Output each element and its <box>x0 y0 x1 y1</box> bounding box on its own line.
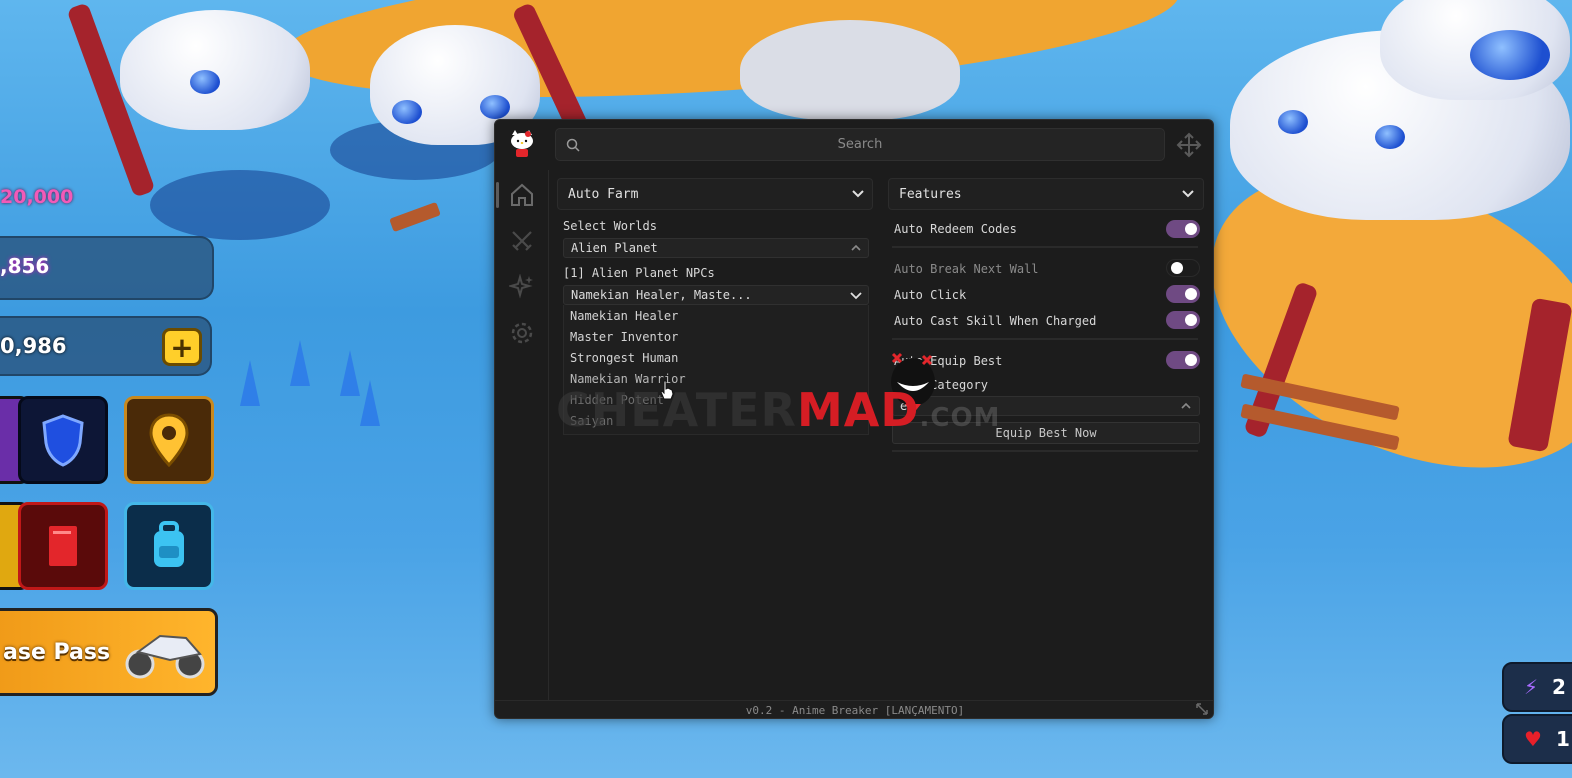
tree-shadow <box>150 170 330 240</box>
home-icon[interactable] <box>509 182 535 208</box>
select-worlds-label: Select Worlds <box>563 219 657 233</box>
world-dropdown[interactable]: Alien Planet <box>563 238 869 258</box>
npc-option[interactable]: Hidden Potent <box>570 393 664 407</box>
chevron-up-icon[interactable] <box>849 241 863 255</box>
chevron-up-icon[interactable] <box>1179 399 1193 413</box>
search-input[interactable] <box>556 129 1164 160</box>
dome-house <box>120 10 310 130</box>
sidebar <box>495 170 549 700</box>
hello-kitty-logo-icon <box>511 130 533 157</box>
npc-option[interactable]: Namekian Healer <box>570 309 678 323</box>
equip-best-now-button[interactable]: Equip Best Now <box>892 422 1200 444</box>
pass-banner[interactable]: ase Pass <box>0 608 218 696</box>
auto-redeem-label: Auto Redeem Codes <box>894 222 1017 236</box>
resize-icon[interactable] <box>1195 702 1209 716</box>
dome-window <box>1375 125 1405 149</box>
rock <box>740 20 960 120</box>
health-stat: ♥ 1 <box>1502 714 1572 764</box>
dome-window <box>190 70 220 94</box>
hud-stat-mid: ,856 <box>0 254 50 278</box>
auto-click-toggle[interactable] <box>1166 285 1200 303</box>
search-icon <box>566 138 580 152</box>
dome-window <box>1278 110 1308 134</box>
sidebar-active-indicator <box>496 182 499 208</box>
energy-value: 2 <box>1552 675 1566 699</box>
energy-stat: ⚡ 2 <box>1502 662 1572 712</box>
backpack-button[interactable] <box>124 502 214 590</box>
chevron-down-icon[interactable] <box>1181 187 1195 201</box>
shield-icon <box>42 414 84 467</box>
book-icon <box>47 524 79 568</box>
chevron-down-icon[interactable] <box>851 187 865 201</box>
auto-click-label: Auto Click <box>894 288 967 302</box>
health-value: 1 <box>1555 727 1570 751</box>
npc-options-list: Namekian Healer Master Inventor Stronges… <box>563 305 869 435</box>
crystal <box>240 360 260 406</box>
backpack-icon <box>152 521 186 569</box>
crystal <box>340 350 360 396</box>
hud-stat-top: 20,000 <box>0 186 74 208</box>
features-title: Features <box>899 186 962 202</box>
swords-icon[interactable] <box>509 228 535 254</box>
divider <box>892 450 1198 452</box>
search-bar[interactable] <box>555 128 1165 161</box>
dome-window <box>392 100 422 124</box>
npc-label: [1] Alien Planet NPCs <box>563 266 715 280</box>
divider <box>892 246 1198 248</box>
hub-header <box>495 120 1213 170</box>
heart-icon: ♥ <box>1524 727 1542 751</box>
map-pin-icon <box>149 413 189 467</box>
features-header[interactable]: Features <box>888 178 1204 210</box>
divider <box>892 338 1198 340</box>
world-dropdown-value: Alien Planet <box>571 241 658 255</box>
motorbike-icon <box>125 634 205 679</box>
sparkle-icon[interactable] <box>509 274 535 300</box>
shield-button[interactable] <box>18 396 108 484</box>
dome-window <box>1470 30 1550 80</box>
lightning-icon: ⚡ <box>1524 675 1539 699</box>
mascot-logo-icon <box>891 352 935 414</box>
location-button[interactable] <box>124 396 214 484</box>
gear-icon[interactable] <box>509 320 535 346</box>
npc-option[interactable]: Strongest Human <box>570 351 678 365</box>
dome-window <box>480 95 510 119</box>
chevron-down-icon[interactable] <box>849 288 863 302</box>
npc-dropdown[interactable]: Namekian Healer, Maste... <box>563 285 869 305</box>
auto-cast-toggle[interactable] <box>1166 311 1200 329</box>
npc-option[interactable]: Master Inventor <box>570 330 678 344</box>
auto-farm-header[interactable]: Auto Farm <box>557 178 873 210</box>
add-coins-button[interactable]: + <box>162 328 202 366</box>
npc-dropdown-value: Namekian Healer, Maste... <box>571 288 752 302</box>
book-button[interactable] <box>18 502 108 590</box>
npc-option[interactable]: Saiyan <box>570 414 613 428</box>
hud-coins: 0,986 <box>0 334 67 358</box>
auto-redeem-toggle[interactable] <box>1166 220 1200 238</box>
crystal <box>290 340 310 386</box>
crystal <box>360 380 380 426</box>
auto-farm-section: Auto Farm Select Worlds Alien Planet [1]… <box>557 178 873 438</box>
script-hub-window: Auto Farm Select Worlds Alien Planet [1]… <box>494 119 1214 719</box>
auto-equip-toggle[interactable] <box>1166 351 1200 369</box>
hub-footer: v0.2 - Anime Breaker [LANÇAMENTO] <box>495 700 1213 718</box>
hand-cursor-icon <box>660 380 674 400</box>
move-icon[interactable] <box>1176 132 1202 158</box>
auto-farm-title: Auto Farm <box>568 186 639 202</box>
auto-cast-label: Auto Cast Skill When Charged <box>894 314 1097 328</box>
auto-break-toggle[interactable] <box>1166 259 1200 277</box>
pass-label: ase Pass <box>3 639 111 665</box>
auto-break-label: Auto Break Next Wall <box>894 262 1039 276</box>
